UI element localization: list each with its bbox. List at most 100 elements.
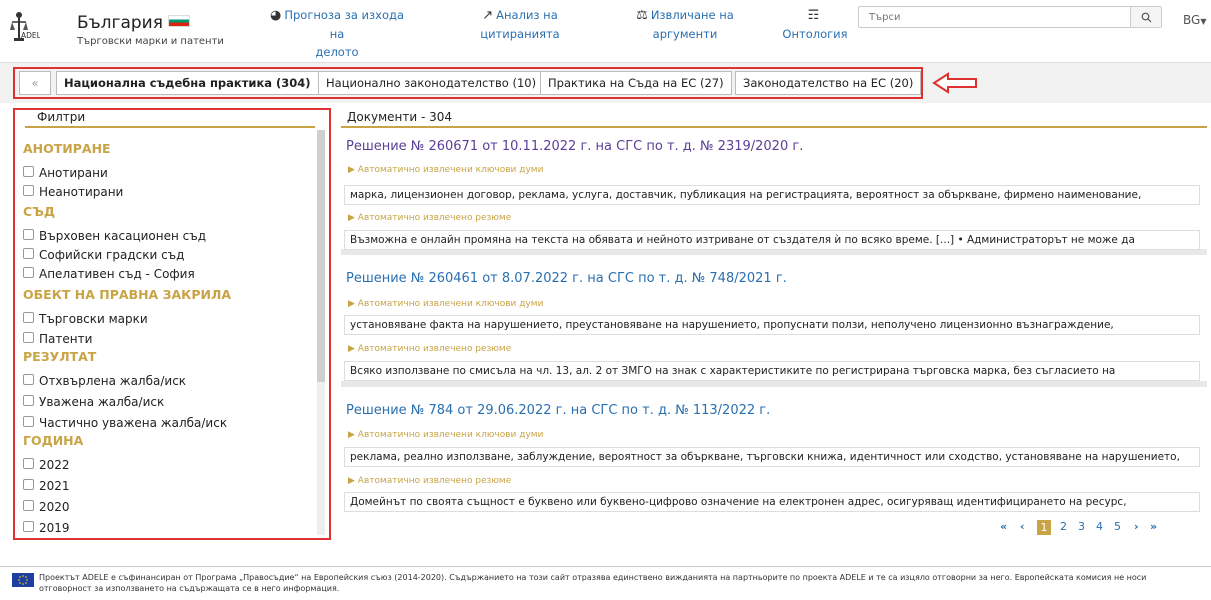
filters-scroll-thumb[interactable] — [317, 130, 325, 382]
page-link[interactable]: 5 — [1114, 520, 1121, 533]
summary-toggle[interactable]: ▶ Автоматично извлечено резюме — [348, 344, 511, 354]
first-page-button[interactable]: « — [1000, 520, 1007, 533]
eu-flag-icon — [12, 573, 34, 587]
collapse-tabs-button[interactable]: « — [19, 71, 51, 95]
adele-logo[interactable]: ADELE — [10, 10, 46, 52]
checkbox[interactable] — [23, 479, 34, 490]
caret-right-icon: ▶ — [348, 476, 358, 486]
pagination: « ‹ 1 2 3 4 5 › » — [0, 520, 1211, 536]
filter-option-rejected[interactable]: Отхвърлена жалба/иск — [23, 374, 186, 388]
keywords-box: марка, лицензионен договор, реклама, усл… — [344, 185, 1200, 205]
caret-right-icon: ▶ — [348, 165, 358, 175]
nav-ontology-label: Онтология — [782, 27, 848, 41]
filter-option-year-2021[interactable]: 2021 — [23, 479, 70, 493]
search-input[interactable] — [859, 7, 1119, 26]
search-box — [858, 6, 1162, 28]
tab-eu-legislation[interactable]: Законодателство на ЕС (20) — [735, 71, 922, 95]
tab-national-legislation[interactable]: Национално законодателство (10) — [318, 71, 545, 95]
filter-option-appellate-court[interactable]: Апелативен съд - София — [23, 267, 195, 281]
filters-panel: Филтри АНОТИРАНЕ Анотирани Неанотирани С… — [13, 108, 331, 540]
caret-right-icon: ▶ — [348, 299, 358, 309]
filter-option-unannotated[interactable]: Неанотирани — [23, 185, 123, 199]
tab-cjeu-case-law[interactable]: Практика на Съда на ЕС (27) — [540, 71, 732, 95]
search-icon — [1141, 12, 1151, 22]
keywords-toggle[interactable]: ▶ Автоматично извлечени ключови думи — [348, 165, 543, 175]
checkbox[interactable] — [23, 416, 34, 427]
documents-count: Документи - 304 — [347, 110, 452, 124]
filter-option-label: Уважена жалба/иск — [39, 395, 165, 409]
filter-option-label: Върховен касационен съд — [39, 229, 207, 243]
summary-box: Домейнът по своята същност е буквено или… — [344, 492, 1200, 512]
footer-disclaimer: Проектът ADELE е съфинансиран от Програм… — [39, 573, 1147, 593]
filter-option-label: 2020 — [39, 500, 70, 514]
keywords-label: Автоматично извлечени ключови думи — [357, 165, 544, 175]
bulgaria-flag-icon — [167, 15, 190, 27]
prev-page-button[interactable]: ‹ — [1020, 520, 1025, 533]
document-title-link[interactable]: Решение № 260461 от 8.07.2022 г. на СГС … — [346, 271, 787, 286]
keywords-box: реклама, реално използване, заблуждение,… — [344, 447, 1200, 467]
caret-right-icon: ▶ — [348, 430, 358, 440]
document-title-link[interactable]: Решение № 784 от 29.06.2022 г. на СГС по… — [346, 403, 770, 418]
last-page-button[interactable]: » — [1150, 520, 1157, 533]
language-label: BG — [1183, 13, 1201, 27]
filter-option-granted[interactable]: Уважена жалба/иск — [23, 395, 164, 409]
nav-citations[interactable]: ↗ Анализ на цитиранията — [465, 6, 575, 43]
nav-arguments-line1: Извличане на — [650, 8, 734, 22]
filter-option-trademarks[interactable]: Търговски марки — [23, 312, 148, 326]
filter-option-sofia-city-court[interactable]: Софийски градски съд — [23, 248, 184, 262]
checkbox[interactable] — [23, 458, 34, 469]
summary-box: Всяко използване по смисъла на чл. 13, а… — [344, 361, 1200, 381]
robot-icon: ◕ — [270, 8, 282, 23]
page-link[interactable]: 2 — [1060, 520, 1067, 533]
filter-option-partially-granted[interactable]: Частично уважена жалба/иск — [23, 416, 227, 430]
brand-title-text: България — [77, 13, 163, 33]
summary-box: Възможна е онлайн промяна на текста на о… — [344, 230, 1200, 250]
nav-arguments-line2: аргументи — [652, 27, 718, 41]
filters-scrollbar[interactable] — [317, 130, 325, 535]
checkbox[interactable] — [23, 267, 34, 278]
filter-option-supreme-court[interactable]: Върховен касационен съд — [23, 229, 206, 243]
checkbox[interactable] — [23, 248, 34, 259]
tab-national-case-law[interactable]: Национална съдебна практика (304) — [56, 71, 319, 95]
document-title-link[interactable]: Решение № 260671 от 10.11.2022 г. на СГС… — [346, 139, 803, 154]
summary-toggle[interactable]: ▶ Автоматично извлечено резюме — [348, 476, 511, 486]
filter-option-label: Апелативен съд - София — [39, 267, 195, 281]
scales-icon: ⚖ — [636, 8, 648, 23]
filter-option-label: 2021 — [39, 479, 70, 493]
filter-option-year-2022[interactable]: 2022 — [23, 458, 70, 472]
page-link[interactable]: 4 — [1096, 520, 1103, 533]
nav-arguments[interactable]: ⚖ Извличане на аргументи — [625, 6, 745, 43]
nav-prediction[interactable]: ◕ Прогноза за изхода на делото — [262, 6, 412, 61]
filter-option-label: 2022 — [39, 458, 70, 472]
filter-group-title: СЪД — [23, 204, 56, 219]
checkbox[interactable] — [23, 229, 34, 240]
filter-option-year-2020[interactable]: 2020 — [23, 500, 70, 514]
nav-ontology[interactable]: ☶ Онтология — [775, 6, 855, 43]
hierarchy-icon: ☶ — [807, 8, 820, 23]
checkbox[interactable] — [23, 312, 34, 323]
checkbox[interactable] — [23, 395, 34, 406]
page-link[interactable]: 3 — [1078, 520, 1085, 533]
summary-label: Автоматично извлечено резюме — [357, 213, 512, 223]
search-button[interactable] — [1130, 7, 1161, 27]
checkbox[interactable] — [23, 374, 34, 385]
checkbox[interactable] — [23, 166, 34, 177]
filter-group-title: ОБЕКТ НА ПРАВНА ЗАКРИЛА — [23, 287, 232, 302]
filter-option-annotated[interactable]: Анотирани — [23, 166, 108, 180]
next-page-button[interactable]: › — [1134, 520, 1139, 533]
summary-toggle[interactable]: ▶ Автоматично извлечено резюме — [348, 213, 511, 223]
documents-list: Решение № 260671 от 10.11.2022 г. на СГС… — [341, 131, 1207, 541]
keywords-toggle[interactable]: ▶ Автоматично извлечени ключови думи — [348, 430, 543, 440]
filter-option-label: Неанотирани — [39, 185, 124, 199]
checkbox[interactable] — [23, 185, 34, 196]
brand-title[interactable]: България — [77, 13, 190, 33]
filter-option-patents[interactable]: Патенти — [23, 332, 92, 346]
checkbox[interactable] — [23, 500, 34, 511]
nav-prediction-line2: делото — [315, 45, 359, 59]
keywords-toggle[interactable]: ▶ Автоматично извлечени ключови думи — [348, 299, 543, 309]
header: ADELE България Търговски марки и патенти… — [0, 0, 1211, 63]
language-selector[interactable]: BG▼ — [1183, 13, 1206, 27]
filter-option-label: Търговски марки — [39, 312, 148, 326]
checkbox[interactable] — [23, 332, 34, 343]
page-current[interactable]: 1 — [1037, 520, 1051, 535]
